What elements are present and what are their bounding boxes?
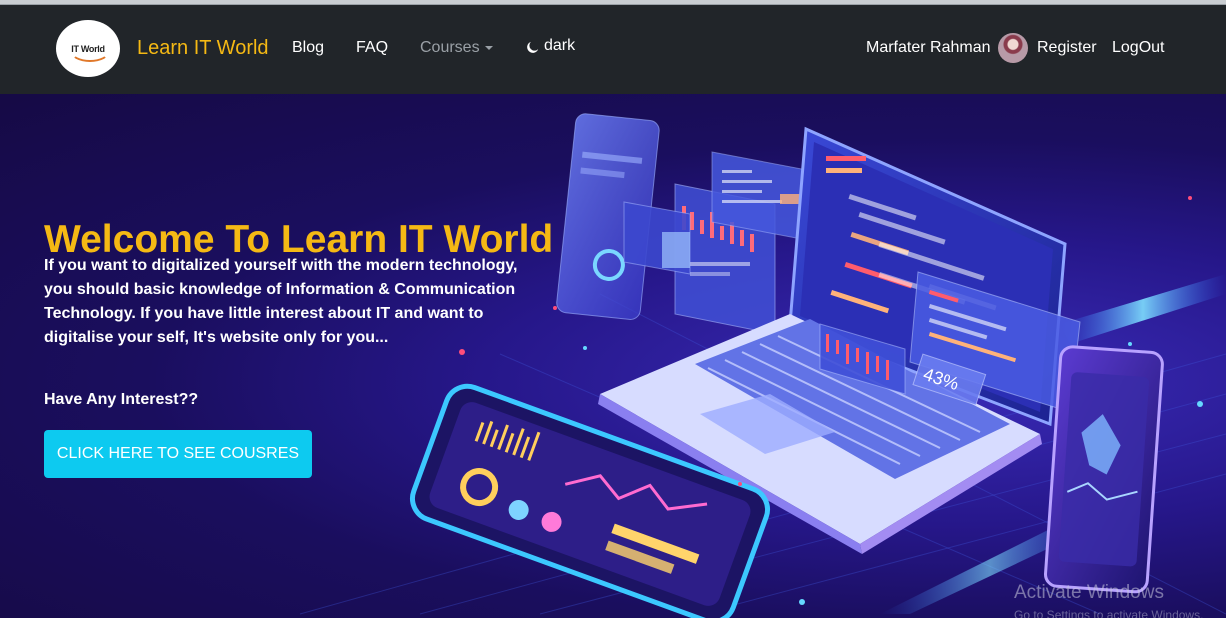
avatar[interactable]: [998, 33, 1028, 63]
chevron-down-icon: [484, 45, 493, 50]
courses-label: Courses: [420, 39, 480, 56]
logo-swoosh-icon: [70, 40, 110, 62]
brand-link[interactable]: Learn IT World: [137, 37, 269, 60]
windows-activation-subtitle: Go to Settings to activate Windows.: [1014, 608, 1204, 618]
hero-section: 43% Welcome To Learn IT World If you wan…: [0, 94, 1226, 618]
moon-icon[interactable]: [526, 41, 539, 54]
hero-description: If you want to digitalized yourself with…: [44, 257, 518, 346]
user-name: Marfater Rahman: [866, 39, 991, 56]
nav-blog-link[interactable]: Blog: [292, 39, 324, 57]
navbar: IT World Learn IT World Blog FAQ Courses…: [0, 5, 1226, 94]
see-courses-button[interactable]: CLICK HERE TO SEE COUSRES: [44, 430, 312, 478]
site-logo[interactable]: IT World: [56, 20, 120, 77]
nav-faq-link[interactable]: FAQ: [356, 39, 388, 57]
windows-activation-title: Activate Windows: [1014, 582, 1164, 603]
nav-courses-dropdown[interactable]: Courses: [420, 39, 493, 57]
register-link[interactable]: Register: [1037, 39, 1097, 57]
logout-link[interactable]: LogOut: [1112, 39, 1164, 57]
theme-toggle-link[interactable]: dark: [544, 37, 575, 55]
tech-illustration: 43%: [299, 113, 1226, 618]
hero-question: Have Any Interest??: [44, 391, 199, 408]
